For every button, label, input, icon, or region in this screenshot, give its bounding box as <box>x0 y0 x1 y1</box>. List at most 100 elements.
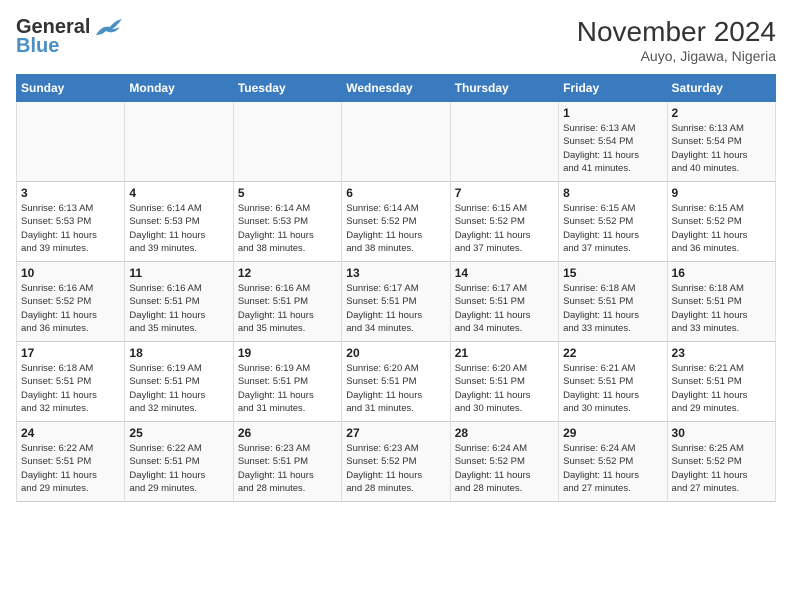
calendar-cell: 3 Sunrise: 6:13 AM Sunset: 5:53 PM Daylig… <box>17 182 125 262</box>
calendar-cell: 6 Sunrise: 6:14 AM Sunset: 5:52 PM Daylig… <box>342 182 450 262</box>
calendar-cell <box>17 102 125 182</box>
day-number: 22 <box>563 346 662 360</box>
day-number: 24 <box>21 426 120 440</box>
day-info: Sunrise: 6:22 AM Sunset: 5:51 PM Dayligh… <box>21 442 120 495</box>
location: Auyo, Jigawa, Nigeria <box>577 48 776 64</box>
day-number: 5 <box>238 186 337 200</box>
day-number: 10 <box>21 266 120 280</box>
day-info: Sunrise: 6:15 AM Sunset: 5:52 PM Dayligh… <box>672 202 771 255</box>
calendar-cell <box>342 102 450 182</box>
day-number: 16 <box>672 266 771 280</box>
calendar-cell: 5 Sunrise: 6:14 AM Sunset: 5:53 PM Daylig… <box>233 182 341 262</box>
day-info: Sunrise: 6:19 AM Sunset: 5:51 PM Dayligh… <box>238 362 337 415</box>
day-info: Sunrise: 6:21 AM Sunset: 5:51 PM Dayligh… <box>672 362 771 415</box>
weekday-header: Tuesday <box>233 75 341 102</box>
day-info: Sunrise: 6:18 AM Sunset: 5:51 PM Dayligh… <box>563 282 662 335</box>
day-number: 4 <box>129 186 228 200</box>
calendar-table: SundayMondayTuesdayWednesdayThursdayFrid… <box>16 74 776 502</box>
weekday-header: Friday <box>559 75 667 102</box>
calendar-week-row: 3 Sunrise: 6:13 AM Sunset: 5:53 PM Daylig… <box>17 182 776 262</box>
title-block: November 2024 Auyo, Jigawa, Nigeria <box>577 16 776 64</box>
calendar-cell: 15Sunrise: 6:18 AM Sunset: 5:51 PM Dayli… <box>559 262 667 342</box>
calendar-cell: 25 Sunrise: 6:22 AM Sunset: 5:51 PM Dayli… <box>125 422 233 502</box>
calendar-cell: 11 Sunrise: 6:16 AM Sunset: 5:51 PM Dayli… <box>125 262 233 342</box>
day-number: 11 <box>129 266 228 280</box>
weekday-header: Sunday <box>17 75 125 102</box>
day-number: 9 <box>672 186 771 200</box>
day-number: 6 <box>346 186 445 200</box>
day-info: Sunrise: 6:20 AM Sunset: 5:51 PM Dayligh… <box>346 362 445 415</box>
calendar-cell: 7Sunrise: 6:15 AM Sunset: 5:52 PM Daylig… <box>450 182 558 262</box>
month-title: November 2024 <box>577 16 776 48</box>
day-info: Sunrise: 6:16 AM Sunset: 5:52 PM Dayligh… <box>21 282 120 335</box>
calendar-week-row: 17 Sunrise: 6:18 AM Sunset: 5:51 PM Dayli… <box>17 342 776 422</box>
day-number: 28 <box>455 426 554 440</box>
day-number: 2 <box>672 106 771 120</box>
day-info: Sunrise: 6:13 AM Sunset: 5:53 PM Dayligh… <box>21 202 120 255</box>
day-number: 29 <box>563 426 662 440</box>
day-info: Sunrise: 6:20 AM Sunset: 5:51 PM Dayligh… <box>455 362 554 415</box>
day-number: 23 <box>672 346 771 360</box>
day-info: Sunrise: 6:14 AM Sunset: 5:53 PM Dayligh… <box>129 202 228 255</box>
day-info: Sunrise: 6:15 AM Sunset: 5:52 PM Dayligh… <box>563 202 662 255</box>
logo: General Blue <box>16 16 124 58</box>
day-info: Sunrise: 6:24 AM Sunset: 5:52 PM Dayligh… <box>563 442 662 495</box>
day-info: Sunrise: 6:21 AM Sunset: 5:51 PM Dayligh… <box>563 362 662 415</box>
day-number: 3 <box>21 186 120 200</box>
calendar-cell: 30 Sunrise: 6:25 AM Sunset: 5:52 PM Dayli… <box>667 422 775 502</box>
day-info: Sunrise: 6:18 AM Sunset: 5:51 PM Dayligh… <box>672 282 771 335</box>
weekday-header: Saturday <box>667 75 775 102</box>
day-info: Sunrise: 6:17 AM Sunset: 5:51 PM Dayligh… <box>455 282 554 335</box>
day-number: 17 <box>21 346 120 360</box>
day-number: 26 <box>238 426 337 440</box>
day-info: Sunrise: 6:19 AM Sunset: 5:51 PM Dayligh… <box>129 362 228 415</box>
calendar-week-row: 1Sunrise: 6:13 AM Sunset: 5:54 PM Daylig… <box>17 102 776 182</box>
day-info: Sunrise: 6:25 AM Sunset: 5:52 PM Dayligh… <box>672 442 771 495</box>
day-number: 18 <box>129 346 228 360</box>
day-number: 19 <box>238 346 337 360</box>
day-info: Sunrise: 6:23 AM Sunset: 5:52 PM Dayligh… <box>346 442 445 495</box>
day-info: Sunrise: 6:13 AM Sunset: 5:54 PM Dayligh… <box>672 122 771 175</box>
logo-blue: Blue <box>16 35 59 58</box>
day-info: Sunrise: 6:13 AM Sunset: 5:54 PM Dayligh… <box>563 122 662 175</box>
day-number: 12 <box>238 266 337 280</box>
calendar-cell: 29 Sunrise: 6:24 AM Sunset: 5:52 PM Dayli… <box>559 422 667 502</box>
weekday-header: Thursday <box>450 75 558 102</box>
day-number: 13 <box>346 266 445 280</box>
day-info: Sunrise: 6:22 AM Sunset: 5:51 PM Dayligh… <box>129 442 228 495</box>
calendar-cell: 2 Sunrise: 6:13 AM Sunset: 5:54 PM Daylig… <box>667 102 775 182</box>
day-info: Sunrise: 6:17 AM Sunset: 5:51 PM Dayligh… <box>346 282 445 335</box>
day-info: Sunrise: 6:18 AM Sunset: 5:51 PM Dayligh… <box>21 362 120 415</box>
calendar-cell: 22 Sunrise: 6:21 AM Sunset: 5:51 PM Dayli… <box>559 342 667 422</box>
weekday-header-row: SundayMondayTuesdayWednesdayThursdayFrid… <box>17 75 776 102</box>
calendar-cell: 18 Sunrise: 6:19 AM Sunset: 5:51 PM Dayli… <box>125 342 233 422</box>
day-number: 25 <box>129 426 228 440</box>
calendar-cell: 9 Sunrise: 6:15 AM Sunset: 5:52 PM Daylig… <box>667 182 775 262</box>
calendar-cell: 10 Sunrise: 6:16 AM Sunset: 5:52 PM Dayli… <box>17 262 125 342</box>
calendar-cell: 26Sunrise: 6:23 AM Sunset: 5:51 PM Dayli… <box>233 422 341 502</box>
weekday-header: Wednesday <box>342 75 450 102</box>
day-info: Sunrise: 6:24 AM Sunset: 5:52 PM Dayligh… <box>455 442 554 495</box>
calendar-cell <box>125 102 233 182</box>
calendar-cell: 13 Sunrise: 6:17 AM Sunset: 5:51 PM Dayli… <box>342 262 450 342</box>
calendar-cell: 17 Sunrise: 6:18 AM Sunset: 5:51 PM Dayli… <box>17 342 125 422</box>
day-number: 30 <box>672 426 771 440</box>
calendar-cell: 14 Sunrise: 6:17 AM Sunset: 5:51 PM Dayli… <box>450 262 558 342</box>
day-number: 20 <box>346 346 445 360</box>
day-number: 8 <box>563 186 662 200</box>
day-info: Sunrise: 6:16 AM Sunset: 5:51 PM Dayligh… <box>129 282 228 335</box>
calendar-cell: 24 Sunrise: 6:22 AM Sunset: 5:51 PM Dayli… <box>17 422 125 502</box>
day-info: Sunrise: 6:14 AM Sunset: 5:53 PM Dayligh… <box>238 202 337 255</box>
calendar-cell: 28 Sunrise: 6:24 AM Sunset: 5:52 PM Dayli… <box>450 422 558 502</box>
day-number: 21 <box>455 346 554 360</box>
calendar-week-row: 24 Sunrise: 6:22 AM Sunset: 5:51 PM Dayli… <box>17 422 776 502</box>
day-number: 27 <box>346 426 445 440</box>
calendar-cell: 21 Sunrise: 6:20 AM Sunset: 5:51 PM Dayli… <box>450 342 558 422</box>
day-info: Sunrise: 6:14 AM Sunset: 5:52 PM Dayligh… <box>346 202 445 255</box>
calendar-cell: 1Sunrise: 6:13 AM Sunset: 5:54 PM Daylig… <box>559 102 667 182</box>
weekday-header: Monday <box>125 75 233 102</box>
day-number: 14 <box>455 266 554 280</box>
calendar-cell: 16 Sunrise: 6:18 AM Sunset: 5:51 PM Dayli… <box>667 262 775 342</box>
calendar-cell: 8 Sunrise: 6:15 AM Sunset: 5:52 PM Daylig… <box>559 182 667 262</box>
calendar-week-row: 10 Sunrise: 6:16 AM Sunset: 5:52 PM Dayli… <box>17 262 776 342</box>
